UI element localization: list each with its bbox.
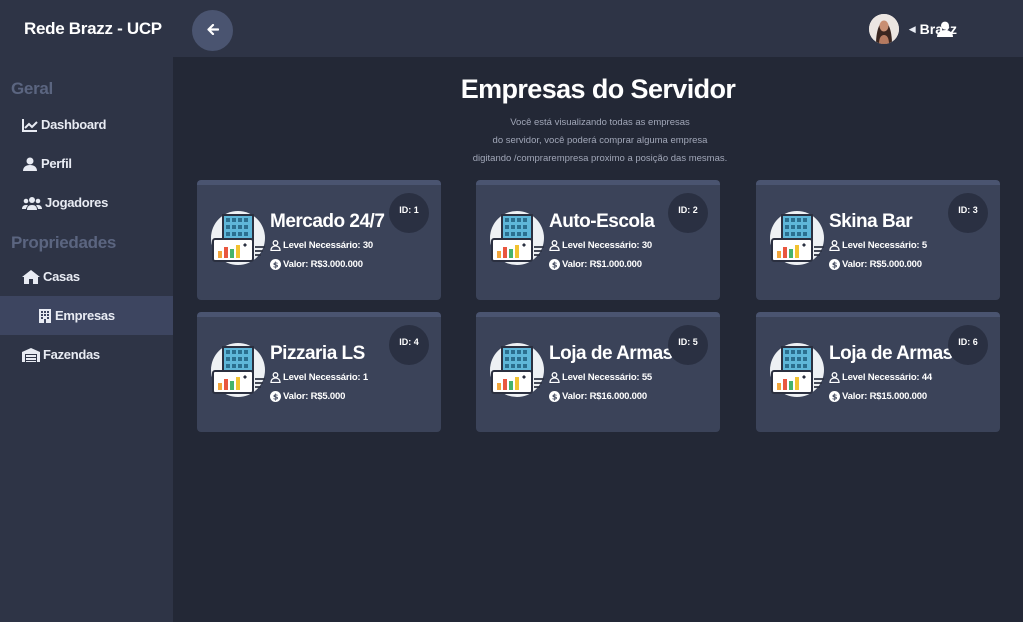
company-level-text: Level Necessário: 55 <box>562 372 653 383</box>
company-price: $ Valor: R$16.000.000 <box>549 391 647 402</box>
building-icon <box>38 308 52 324</box>
sidebar: Rede Brazz - UCP Geral Dashboard Perfil … <box>0 0 173 622</box>
dollar-circle-icon: $ <box>829 391 840 402</box>
user-outline-icon <box>270 240 281 251</box>
company-price-text: Valor: R$5.000 <box>283 391 346 402</box>
page-description-line: digitando /comprarempresa proximo a posi… <box>472 153 728 164</box>
company-name: Skina Bar <box>829 211 913 232</box>
company-card[interactable]: Loja de Armas 1 ID: 5 Level Necessário: … <box>476 312 720 432</box>
user-outline-icon <box>829 372 840 383</box>
company-card[interactable]: Pizzaria LS ID: 4 Level Necessário: 1 $ … <box>197 312 441 432</box>
company-building-icon <box>488 339 546 399</box>
company-name: Pizzaria LS <box>270 343 365 364</box>
user-outline-icon <box>549 240 560 251</box>
company-card[interactable]: Mercado 24/7 ID: 1 Level Necessário: 30 … <box>197 180 441 300</box>
company-price: $ Valor: R$15.000.000 <box>829 391 927 402</box>
company-id-badge: ID: 6 <box>948 325 988 365</box>
company-price-text: Valor: R$16.000.000 <box>562 391 647 402</box>
company-card[interactable]: Skina Bar ID: 3 Level Necessário: 5 $ Va… <box>756 180 1000 300</box>
page-description: Você está visualizando todas as empresas… <box>450 114 750 168</box>
sidebar-item-label: Casas <box>43 269 80 284</box>
sidebar-item-casas[interactable]: Casas <box>0 257 173 296</box>
company-card[interactable]: Loja de Armas 2 ID: 6 Level Necessário: … <box>756 312 1000 432</box>
dollar-circle-icon: $ <box>549 259 560 270</box>
company-id-badge: ID: 1 <box>389 193 429 233</box>
company-price-text: Valor: R$1.000.000 <box>562 259 642 270</box>
users-icon <box>22 195 42 211</box>
home-icon <box>22 269 40 285</box>
sidebar-item-label: Fazendas <box>43 347 100 362</box>
dollar-circle-icon: $ <box>829 259 840 270</box>
svg-text:$: $ <box>273 260 279 269</box>
caret-left-icon: ◀ <box>908 23 916 34</box>
company-price-text: Valor: R$3.000.000 <box>283 259 363 270</box>
avatar[interactable] <box>868 14 899 44</box>
arrow-left-icon <box>206 22 219 40</box>
company-id-badge: ID: 2 <box>668 193 708 233</box>
company-level: Level Necessário: 44 <box>829 372 932 383</box>
brand-title[interactable]: Rede Brazz - UCP <box>0 0 173 57</box>
company-price: $ Valor: R$5.000.000 <box>829 259 922 270</box>
sidebar-item-label: Jogadores <box>45 195 109 210</box>
company-price-text: Valor: R$5.000.000 <box>842 259 922 270</box>
company-id-badge: ID: 4 <box>389 325 429 365</box>
company-level-text: Level Necessário: 1 <box>283 372 368 383</box>
sidebar-item-label: Dashboard <box>41 117 107 132</box>
section-title-propriedades: Propriedades <box>11 233 117 252</box>
company-price: $ Valor: R$1.000.000 <box>549 259 642 270</box>
user-icon <box>22 156 38 172</box>
company-building-icon <box>768 339 826 399</box>
company-level-text: Level Necessário: 30 <box>283 240 374 251</box>
page-description-line: Você está visualizando todas as empresas <box>510 117 690 128</box>
company-price: $ Valor: R$5.000 <box>270 391 345 402</box>
company-level: Level Necessário: 1 <box>270 372 368 383</box>
sidebar-item-label: Empresas <box>55 308 115 323</box>
company-id-badge: ID: 5 <box>668 325 708 365</box>
company-price: $ Valor: R$3.000.000 <box>270 259 363 270</box>
user-outline-icon <box>549 372 560 383</box>
svg-text:$: $ <box>552 260 558 269</box>
chart-line-icon <box>22 117 38 133</box>
dollar-circle-icon: $ <box>270 391 281 402</box>
company-building-icon <box>768 207 826 267</box>
company-id-badge: ID: 3 <box>948 193 988 233</box>
company-level: Level Necessário: 30 <box>549 240 652 251</box>
company-name: Loja de Armas 2 <box>829 343 968 364</box>
warehouse-icon <box>22 347 40 363</box>
company-name: Loja de Armas 1 <box>549 343 688 364</box>
svg-text:$: $ <box>832 260 838 269</box>
company-level-text: Level Necessário: 30 <box>562 240 653 251</box>
company-building-icon <box>209 207 267 267</box>
topbar: ◀ Brazz <box>173 0 1023 57</box>
sidebar-item-fazendas[interactable]: Fazendas <box>0 335 173 374</box>
company-level: Level Necessário: 5 <box>829 240 927 251</box>
user-outline-icon <box>829 240 840 251</box>
svg-text:$: $ <box>552 392 558 401</box>
company-level: Level Necessário: 55 <box>549 372 652 383</box>
company-level: Level Necessário: 30 <box>270 240 373 251</box>
company-building-icon <box>488 207 546 267</box>
sidebar-item-label: Perfil <box>41 156 72 171</box>
svg-text:$: $ <box>273 392 279 401</box>
company-level-text: Level Necessário: 5 <box>842 240 927 251</box>
page-title: Empresas do Servidor <box>460 74 736 104</box>
svg-text:$: $ <box>832 392 838 401</box>
dollar-circle-icon: $ <box>549 391 560 402</box>
user-account-icon[interactable] <box>937 21 953 42</box>
company-card[interactable]: Auto-Escola ID: 2 Level Necessário: 30 $… <box>476 180 720 300</box>
sidebar-item-jogadores[interactable]: Jogadores <box>0 183 173 222</box>
company-building-icon <box>209 339 267 399</box>
back-button[interactable] <box>192 10 233 51</box>
company-name: Auto-Escola <box>549 211 655 232</box>
sidebar-item-perfil[interactable]: Perfil <box>0 144 173 183</box>
dollar-circle-icon: $ <box>270 259 281 270</box>
section-title-geral: Geral <box>11 79 53 98</box>
user-outline-icon <box>270 372 281 383</box>
sidebar-item-empresas[interactable]: Empresas <box>0 296 173 335</box>
page-description-line: do servidor, você poderá comprar alguma … <box>492 135 708 146</box>
company-name: Mercado 24/7 <box>270 211 385 232</box>
company-price-text: Valor: R$15.000.000 <box>842 391 927 402</box>
sidebar-item-dashboard[interactable]: Dashboard <box>0 105 173 144</box>
company-level-text: Level Necessário: 44 <box>842 372 933 383</box>
